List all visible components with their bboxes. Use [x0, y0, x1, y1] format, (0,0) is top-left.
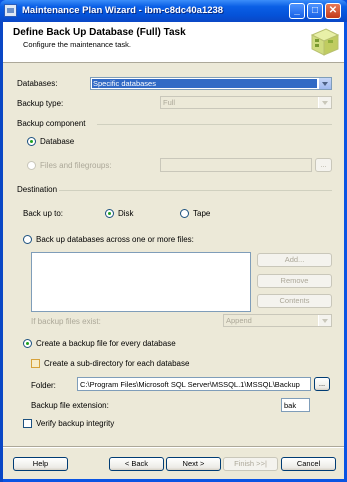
contents-button[interactable]: Contents — [257, 294, 332, 308]
add-button[interactable]: Add... — [257, 253, 332, 267]
footer-separator-highlight — [3, 447, 344, 448]
if-exists-label: If backup files exist: — [31, 317, 101, 326]
page-subtitle: Configure the maintenance task. — [23, 40, 131, 49]
wizard-graphic-icon — [304, 25, 340, 59]
title-bar[interactable]: Maintenance Plan Wizard - ibm-c8dc40a123… — [0, 0, 347, 22]
databases-selected-value: Specific databases — [92, 79, 317, 88]
wizard-header: Define Back Up Database (Full) Task Conf… — [3, 22, 344, 63]
disk-radio[interactable] — [105, 209, 114, 218]
tape-radio-label: Tape — [193, 209, 211, 218]
across-files-label: Back up databases across one or more fil… — [36, 235, 194, 244]
wizard-window: Maintenance Plan Wizard - ibm-c8dc40a123… — [0, 0, 347, 482]
files-filegroups-radio[interactable] — [27, 161, 36, 170]
back-button[interactable]: < Back — [109, 457, 164, 471]
subdirectory-label: Create a sub-directory for each database — [44, 359, 190, 368]
verify-integrity-label: Verify backup integrity — [36, 419, 115, 428]
chevron-down-icon[interactable] — [318, 78, 331, 89]
dialog-body: Define Back Up Database (Full) Task Conf… — [3, 22, 344, 479]
per-database-label: Create a backup file for every database — [36, 339, 176, 348]
backup-files-list[interactable] — [31, 252, 251, 312]
folder-value: C:\Program Files\Microsoft SQL Server\MS… — [80, 380, 300, 389]
chevron-down-icon[interactable] — [318, 315, 331, 326]
databases-dropdown[interactable]: Specific databases — [90, 77, 332, 90]
folder-label: Folder: — [31, 381, 56, 390]
back-up-to-label: Back up to: — [23, 209, 64, 218]
close-button[interactable]: ✕ — [325, 3, 341, 19]
maximize-button[interactable]: □ — [307, 3, 323, 19]
separator — [97, 124, 332, 125]
chevron-down-icon[interactable] — [318, 97, 331, 108]
backup-type-label: Backup type: — [17, 99, 64, 108]
per-database-radio[interactable] — [23, 339, 32, 348]
extension-field[interactable]: bak — [281, 398, 310, 412]
database-radio[interactable] — [27, 137, 36, 146]
next-button[interactable]: Next > — [166, 457, 221, 471]
extension-label: Backup file extension: — [31, 401, 109, 410]
app-icon — [4, 4, 17, 17]
disk-radio-label: Disk — [118, 209, 134, 218]
backup-type-value: Full — [163, 98, 176, 107]
if-exists-dropdown[interactable]: Append — [223, 314, 332, 327]
verify-integrity-checkbox[interactable] — [23, 419, 32, 428]
window-title: Maintenance Plan Wizard - ibm-c8dc40a123… — [22, 5, 224, 16]
minimize-button[interactable]: _ — [289, 3, 305, 19]
files-filegroups-field[interactable] — [160, 158, 312, 172]
backup-type-dropdown[interactable]: Full — [160, 96, 332, 109]
finish-button[interactable]: Finish >>| — [223, 457, 278, 471]
subdirectory-checkbox[interactable] — [31, 359, 40, 368]
if-exists-value: Append — [226, 316, 252, 325]
folder-field[interactable]: C:\Program Files\Microsoft SQL Server\MS… — [77, 377, 311, 391]
across-files-radio[interactable] — [23, 235, 32, 244]
files-filegroups-label: Files and filegroups: — [40, 161, 112, 170]
tape-radio[interactable] — [180, 209, 189, 218]
destination-header: Destination — [17, 185, 58, 194]
backup-component-header: Backup component — [17, 119, 86, 128]
extension-value: bak — [284, 401, 297, 410]
help-button[interactable]: Help — [13, 457, 68, 471]
remove-button[interactable]: Remove — [257, 274, 332, 288]
separator — [59, 190, 332, 191]
folder-browse-button[interactable]: ... — [314, 377, 330, 391]
files-browse-button[interactable]: ... — [315, 158, 332, 172]
page-title: Define Back Up Database (Full) Task — [13, 27, 186, 38]
databases-label: Databases: — [17, 79, 58, 88]
cancel-button[interactable]: Cancel — [281, 457, 336, 471]
database-radio-label: Database — [40, 137, 75, 146]
